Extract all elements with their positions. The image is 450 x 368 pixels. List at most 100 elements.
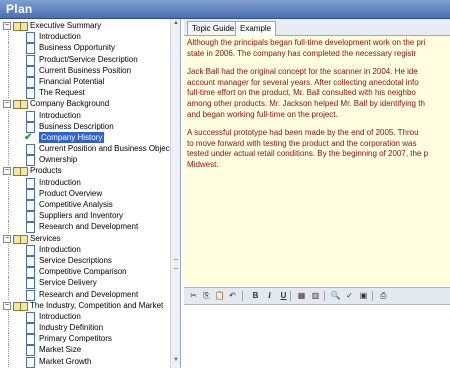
tree-connector [8,75,10,88]
tree-item[interactable]: Financial Potential [0,75,170,88]
tree-item[interactable]: Primary Competitors [0,333,170,346]
text-line: and began working full-time on the proje… [187,109,338,119]
image-icon[interactable]: ▣ [358,290,369,301]
tree-item[interactable]: Introduction [0,109,170,122]
collapse-icon[interactable]: − [3,301,11,310]
spellcheck-icon[interactable]: ✓ [344,290,355,301]
tree-item[interactable]: Service Descriptions [0,254,170,267]
tree-item-label: Business Description [39,121,114,131]
tree-item[interactable]: Research and Development [0,288,170,301]
tree-item[interactable]: Introduction [0,243,170,256]
collapse-icon[interactable]: − [3,22,11,30]
text-line: account manager for several years. After… [187,77,419,87]
paste-icon[interactable]: 📋 [214,290,225,301]
window-titlebar: Plan [0,0,450,19]
tree-item-label: Service Descriptions [39,255,112,265]
toolbar-separator [290,291,291,301]
tree-item[interactable]: Market Size [0,344,170,357]
tree-connector [8,31,10,43]
underline-button[interactable]: U [278,290,289,301]
tab-topic-guide[interactable]: Topic Guide [187,21,240,35]
tree-folder[interactable]: − Executive Summary [0,20,170,31]
editor-panel: Topic Guide Example Although the princip… [184,19,450,368]
tree-connector [8,210,10,222]
tree-item[interactable]: Industry Definition [0,322,170,335]
tree-item-label: Introduction [39,311,81,321]
book-icon [13,301,28,311]
tree-item[interactable]: Competitive Analysis [0,199,170,211]
example-text[interactable]: Although the principals began full-time … [184,36,450,286]
text-line: Jack Ball had the original concept for t… [187,67,418,77]
tree-item[interactable]: Competitive Comparison [0,266,170,279]
tree-item-label: Market Growth [39,356,92,366]
tree-item-label: Research and Development [39,289,139,299]
editor-area[interactable] [184,305,450,368]
cut-icon[interactable]: ✂ [188,290,199,301]
tree-item-label: Introduction [39,32,81,42]
tree-item[interactable]: Introduction [0,176,170,189]
tree-connector [8,87,10,99]
tree-item[interactable]: Suppliers and Inventory [0,210,170,223]
tree-item[interactable]: Current Position and Business Objectives [0,143,180,156]
text-line: state in 2006. The company has completed… [187,48,417,58]
tree-item[interactable]: Business Description [0,120,170,133]
tree-connector [8,199,10,211]
outline-scrollbar[interactable]: ▲ ▼ [170,19,180,368]
tree-item[interactable]: Product Overview [0,187,170,200]
table-icon[interactable]: ▦ [296,290,307,301]
tree-folder[interactable]: − Services [0,233,170,244]
tree-item[interactable]: Introduction [0,310,170,323]
tree-item-label: Current Business Position [39,65,132,75]
paragraph: Although the principals began full-time … [187,38,450,59]
text-line: Midwest. [187,159,219,169]
scroll-thumb-grip[interactable] [174,259,178,269]
tree-connector [8,154,10,166]
tree-item-label: Services [30,233,61,243]
tree-item[interactable]: Product/Service Description [0,53,170,66]
tree-connector [8,120,10,132]
tree-connector [8,221,10,233]
tree-item[interactable]: Market Growth [0,355,170,368]
scroll-up-icon[interactable]: ▲ [172,20,180,28]
tree-connector [8,288,10,300]
tree-item-label: Suppliers and Inventory [39,211,124,221]
tree-item[interactable]: Service Delivery [0,277,170,290]
tree-item[interactable]: The Request [0,87,170,100]
tree-item-label: The Request [39,88,85,98]
tree-folder[interactable]: − Company Background [0,98,170,110]
bold-button[interactable]: B [250,290,261,301]
tree-item[interactable]: Introduction [0,31,170,44]
tree-item[interactable]: Ownership [0,154,170,167]
tree-item-label: Introduction [39,110,81,120]
tree-item-label: Business Opportunity [39,43,116,53]
tree-item[interactable]: Business Opportunity [0,42,170,55]
chart-icon[interactable]: ▥ [310,290,321,301]
book-icon [13,234,28,244]
tree-item-label: Competitive Analysis [39,200,113,209]
tree-item-label: Product/Service Description [39,54,138,64]
tree-connector [8,322,10,334]
book-icon [13,166,28,177]
collapse-icon[interactable]: − [3,100,11,109]
tree-item[interactable]: Current Business Position [0,64,170,77]
tree-item[interactable]: Research and Development [0,221,170,234]
tab-example[interactable]: Example [235,21,277,36]
copy-icon[interactable]: ⎘ [201,290,212,301]
tree-connector [8,310,10,323]
tree-connector [8,109,10,121]
text-line: to move forward with testing the product… [187,138,417,148]
italic-button[interactable]: I [264,290,275,301]
tree-connector [8,187,10,199]
collapse-icon[interactable]: − [3,167,11,176]
print-icon[interactable]: ⎙ [378,290,389,301]
collapse-icon[interactable]: − [3,234,11,243]
tree-folder[interactable]: − Products [0,165,170,177]
undo-icon[interactable]: ↶ [227,290,238,301]
tree-item[interactable]: ✔ Company History [0,131,170,144]
tree-connector [8,243,10,255]
tree-connector [8,266,10,278]
find-icon[interactable]: 🔍 [330,290,341,301]
tree-connector [8,131,10,144]
scroll-down-icon[interactable]: ▼ [172,357,180,365]
tree-folder[interactable]: − The Industry, Competition and Market [0,300,170,311]
